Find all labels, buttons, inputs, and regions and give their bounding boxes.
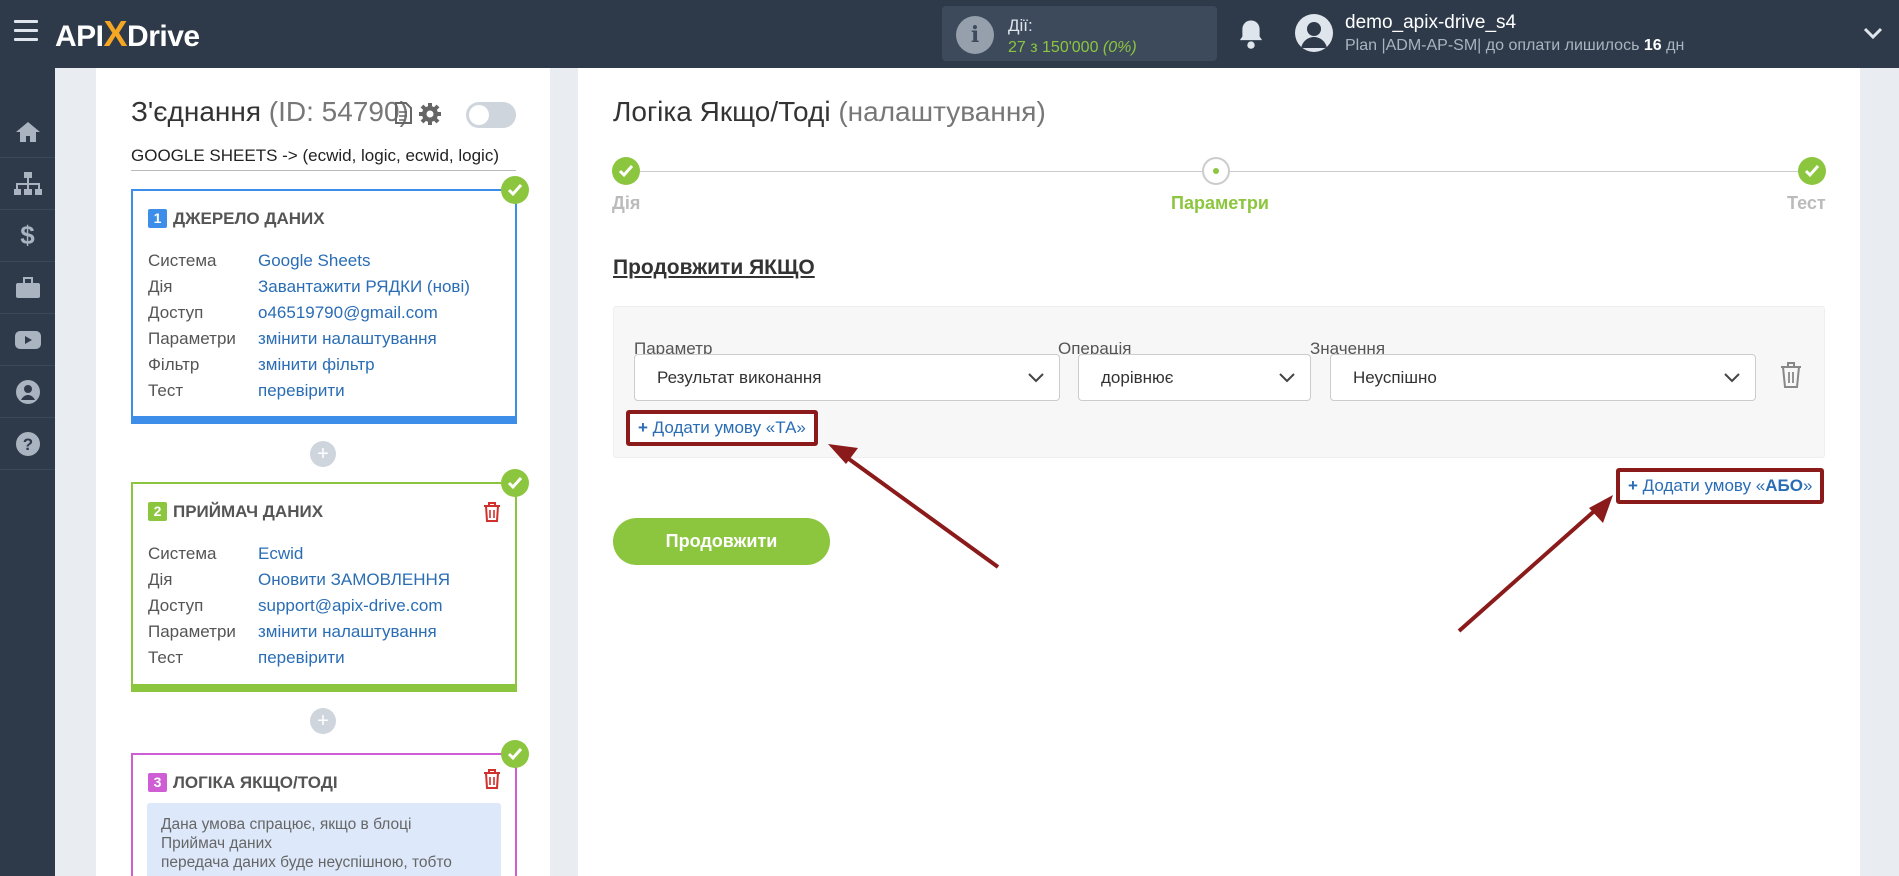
help-icon: ? (15, 431, 40, 456)
block-data-source[interactable]: 1 ДЖЕРЕЛО ДАНИХ Система Google Sheets Дія З… (131, 189, 517, 424)
document-icon[interactable] (394, 102, 412, 124)
check-icon (501, 469, 529, 497)
dollar-icon: $ (20, 220, 35, 250)
sidebar-item-connections[interactable] (0, 158, 55, 210)
add-and-condition-button[interactable]: + Додати умову «ТА» (626, 410, 818, 446)
step-done-icon[interactable] (1798, 157, 1826, 185)
svg-text:?: ? (22, 435, 32, 454)
connection-toggle[interactable] (466, 102, 516, 128)
connection-title: З'єднання (ID: 54790) (131, 96, 409, 127)
youtube-icon (14, 330, 41, 349)
block-title: 1 ДЖЕРЕЛО ДАНИХ (148, 209, 325, 229)
operation-select[interactable]: дорівнює (1078, 354, 1311, 401)
check-icon (501, 176, 529, 204)
chevron-down-icon[interactable] (1862, 22, 1884, 44)
add-block-button[interactable]: + (310, 708, 336, 734)
sidebar-item-help[interactable]: ? (0, 418, 55, 470)
avatar[interactable] (1295, 14, 1333, 52)
step-done-icon[interactable] (612, 157, 640, 185)
section-heading: Продовжити ЯКЩО (613, 256, 815, 279)
page-title: Логіка Якщо/Тоді (налаштування) (613, 96, 1046, 127)
sitemap-icon (13, 171, 42, 195)
sidebar-item-home[interactable] (0, 106, 55, 158)
top-bar: APIXDrive i Дії: 27 з 150'000 (0%) demo_… (0, 0, 1899, 68)
sidebar-item-billing[interactable]: $ (0, 210, 55, 262)
actions-counter[interactable]: i Дії: 27 з 150'000 (0%) (942, 6, 1217, 61)
step-label[interactable]: Дія (612, 193, 640, 214)
chevron-down-icon (1724, 373, 1740, 383)
value-select[interactable]: Неуспішно (1330, 354, 1756, 401)
actions-value: 27 з 150'000 (0%) (1008, 39, 1137, 56)
user-name[interactable]: demo_apix-drive_s4 (1345, 12, 1516, 34)
check-icon (501, 740, 529, 768)
continue-button[interactable]: Продовжити (613, 518, 830, 565)
add-or-condition-button[interactable]: + Додати умову «АБО» (1616, 468, 1825, 504)
menu-icon[interactable] (14, 20, 38, 42)
gear-icon[interactable] (418, 102, 442, 126)
add-block-button[interactable]: + (310, 441, 336, 467)
chevron-down-icon (1028, 373, 1044, 383)
user-icon (1301, 22, 1327, 48)
icon-sidebar: $ ? (0, 68, 55, 876)
block-title: 3 ЛОГІКА ЯКЩО/ТОДІ (148, 773, 338, 793)
sidebar-item-tools[interactable] (0, 262, 55, 314)
briefcase-icon (15, 276, 40, 298)
delete-condition-icon[interactable] (1780, 362, 1802, 388)
block-logic-if-then[interactable]: 3 ЛОГІКА ЯКЩО/ТОДІ Дана умова спрацює, як… (131, 753, 517, 876)
block-title: 2 ПРИЙМАЧ ДАНИХ (148, 502, 323, 522)
user-circle-icon (15, 379, 40, 404)
step-active-icon[interactable] (1202, 157, 1230, 185)
user-plan: Plan |ADM-AP-SM| до оплати лишилось 16 д… (1345, 37, 1685, 54)
sidebar-item-video[interactable] (0, 314, 55, 366)
delete-block-icon[interactable] (483, 502, 501, 522)
step-label[interactable]: Тест (1787, 193, 1826, 214)
actions-label: Дії: (1008, 16, 1033, 35)
connection-subtitle: GOOGLE SHEETS -> (ecwid, logic, ecwid, l… (131, 146, 516, 171)
block-data-receiver[interactable]: 2 ПРИЙМАЧ ДАНИХ Система Ecwid Дія Оновити З… (131, 482, 517, 692)
step-label[interactable]: Параметри (1171, 193, 1269, 214)
param-select[interactable]: Результат виконання (634, 354, 1060, 401)
logic-description: Дана умова спрацює, якщо в блоці Приймач… (147, 803, 501, 876)
chevron-down-icon (1279, 373, 1295, 383)
bell-icon[interactable] (1236, 18, 1266, 50)
logo[interactable]: APIXDrive (55, 13, 200, 55)
logic-settings-panel: Логіка Якщо/Тоді (налаштування) Дія Пара… (578, 68, 1860, 876)
info-icon: i (956, 16, 994, 54)
sidebar-item-account[interactable] (0, 366, 55, 418)
connection-panel: З'єднання (ID: 54790) GOOGLE SHEETS -> (… (96, 68, 550, 876)
delete-block-icon[interactable] (483, 769, 501, 789)
home-icon (15, 121, 40, 142)
